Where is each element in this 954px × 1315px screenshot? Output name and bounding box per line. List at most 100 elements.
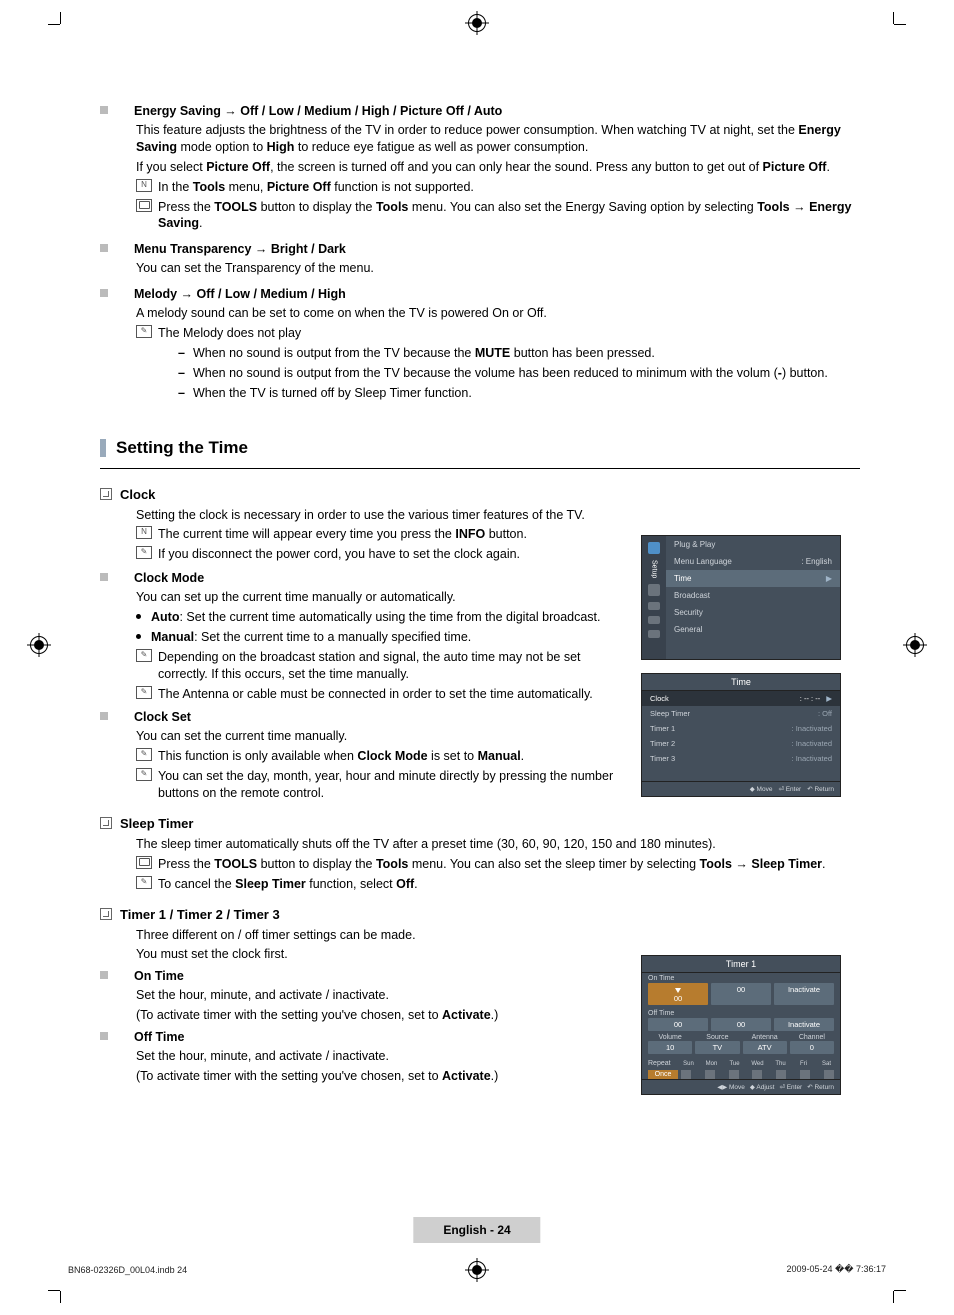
note: Press the TOOLS button to display the To… — [136, 856, 860, 873]
paragraph: Three different on / off timer settings … — [136, 927, 860, 944]
osd-hint-enter: ⏎ Enter — [778, 785, 801, 793]
osd-setup-panel: Setup Plug & Play Menu Language: English… — [641, 535, 841, 660]
section-bar-icon — [100, 439, 106, 457]
note: ✎ You can set the day, month, year, hour… — [136, 768, 620, 802]
dash-item: –When the TV is turned off by Sleep Time… — [178, 385, 860, 402]
paragraph: You can set the current time manually. — [136, 728, 620, 745]
note: ✎ The Antenna or cable must be connected… — [136, 686, 620, 703]
registration-mark-icon — [30, 636, 48, 654]
osd-field-hour: 00 — [648, 1018, 708, 1031]
osd-on-time-fields: 00 00 Inactivate — [642, 983, 840, 1008]
osd-field-minute: 00 — [711, 983, 771, 1005]
square-bullet-icon — [100, 244, 108, 252]
paragraph: If you select Picture Off, the screen is… — [136, 159, 860, 176]
dash-item: –When no sound is output from the TV bec… — [178, 345, 860, 362]
chevron-right-icon: ▶ — [826, 574, 832, 583]
page-footer: English - 24 — [413, 1217, 540, 1243]
osd-footer: ◀▶ Move ◆ Adjust ⏎ Enter ↶ Return — [642, 1079, 840, 1094]
note: ✎ This function is only available when C… — [136, 748, 620, 765]
osd-on-time-label: On Time — [642, 973, 840, 983]
osd-sidebar: Setup — [642, 536, 666, 659]
osd-side-icon — [648, 542, 660, 554]
osd-day: Wed — [750, 1061, 765, 1067]
osd-hint-adjust: ◆ Adjust — [750, 1083, 775, 1091]
note: N In the Tools menu, Picture Off functio… — [136, 179, 860, 196]
section-on-time: On Time Set the hour, minute, and activa… — [100, 969, 620, 1024]
paragraph: Set the hour, minute, and activate / ina… — [136, 1048, 620, 1065]
osd-field-hour: 00 — [648, 983, 708, 1005]
osd-field-channel: 0 — [790, 1041, 834, 1054]
section-melody: Melody → Off / Low / Medium / High A mel… — [100, 287, 860, 401]
paragraph: Set the hour, minute, and activate / ina… — [136, 987, 620, 1004]
osd-hint-move: ◆ Move — [750, 785, 773, 793]
note-n-icon: N — [136, 179, 152, 192]
paragraph: A melody sound can be set to come on whe… — [136, 305, 860, 322]
square-bullet-icon — [100, 712, 108, 720]
paragraph: (To activate timer with the setting you'… — [136, 1068, 620, 1085]
osd-timer1-panel: Timer 1 On Time 00 00 Inactivate Off Tim… — [641, 955, 841, 1095]
osd-time-panel: Time Clock: -- : --▶ Sleep Timer: Off Ti… — [641, 673, 841, 797]
osd-field-state: Inactivate — [774, 1018, 834, 1031]
section-rule — [100, 468, 860, 469]
heading: On Time — [134, 969, 184, 983]
sub-mark-icon — [100, 817, 112, 829]
osd-hint-return: ↶ Return — [807, 785, 834, 793]
triangle-down-icon — [675, 988, 681, 993]
paragraph: Setting the clock is necessary in order … — [136, 507, 860, 524]
print-timestamp: 2009-05-24 �� 7:36:17 — [786, 1264, 886, 1275]
osd-field-volume: 10 — [648, 1041, 692, 1054]
subheading-clock: Clock — [100, 487, 860, 502]
square-bullet-icon — [100, 573, 108, 581]
section-clock-mode: Clock Mode You can set up the current ti… — [100, 571, 620, 702]
osd-gear-icon — [648, 584, 660, 596]
osd-item: Menu Language: English — [666, 553, 840, 570]
subheading-timers: Timer 1 / Timer 2 / Timer 3 — [100, 907, 860, 922]
bullet-dot-icon — [136, 614, 141, 619]
note-pencil-icon: ✎ — [136, 768, 152, 781]
osd-field-minute: 00 — [711, 1018, 771, 1031]
section-title-bar: Setting the Time — [100, 438, 860, 458]
osd-item: Broadcast — [666, 587, 840, 604]
sub-mark-icon — [100, 488, 112, 500]
osd-day: Sat — [819, 1061, 834, 1067]
osd-field-antenna: ATV — [743, 1041, 787, 1054]
osd-day: Sun — [681, 1061, 696, 1067]
registration-mark-icon — [906, 636, 924, 654]
osd-row: Timer 2: Inactivated — [642, 736, 840, 751]
osd-field-state: Inactivate — [774, 983, 834, 1005]
osd-setup-label: Setup — [651, 560, 658, 578]
note-pencil-icon: ✎ — [136, 748, 152, 761]
osd-side-icon — [648, 602, 660, 610]
tools-icon — [136, 856, 152, 869]
osd-field-source: TV — [695, 1041, 739, 1054]
square-bullet-icon — [100, 971, 108, 979]
osd-labels-row: Volume Source Antenna Channel — [642, 1034, 840, 1041]
osd-side-icon — [648, 616, 660, 624]
note-pencil-icon: ✎ — [136, 325, 152, 338]
osd-hint-move: ◀▶ Move — [717, 1083, 745, 1091]
heading: Clock Mode — [134, 571, 204, 585]
note-pencil-icon: ✎ — [136, 546, 152, 559]
paragraph: You can set the Transparency of the menu… — [136, 260, 860, 277]
sub-mark-icon — [100, 908, 112, 920]
square-bullet-icon — [100, 106, 108, 114]
registration-mark-icon — [468, 1261, 486, 1279]
heading: Menu Transparency → Bright / Dark — [134, 242, 346, 256]
note-pencil-icon: ✎ — [136, 686, 152, 699]
registration-mark-icon — [468, 14, 486, 32]
osd-item-highlight: Time▶ — [666, 570, 840, 587]
section-menu-transparency: Menu Transparency → Bright / Dark You ca… — [100, 242, 860, 277]
paragraph: (To activate timer with the setting you'… — [136, 1007, 620, 1024]
osd-values-row: 10 TV ATV 0 — [642, 1041, 840, 1057]
osd-day: Tue — [727, 1061, 742, 1067]
paragraph: This feature adjusts the brightness of t… — [136, 122, 860, 156]
osd-hint-enter: ⏎ Enter — [779, 1083, 802, 1091]
square-bullet-icon — [100, 289, 108, 297]
osd-item: General — [666, 621, 840, 638]
heading: Melody → Off / Low / Medium / High — [134, 287, 346, 301]
osd-off-time-fields: 00 00 Inactivate — [642, 1018, 840, 1034]
osd-row-highlight: Clock: -- : --▶ — [642, 691, 840, 706]
heading: Off Time — [134, 1030, 184, 1044]
note: ✎ Depending on the broadcast station and… — [136, 649, 620, 683]
osd-item: Security — [666, 604, 840, 621]
